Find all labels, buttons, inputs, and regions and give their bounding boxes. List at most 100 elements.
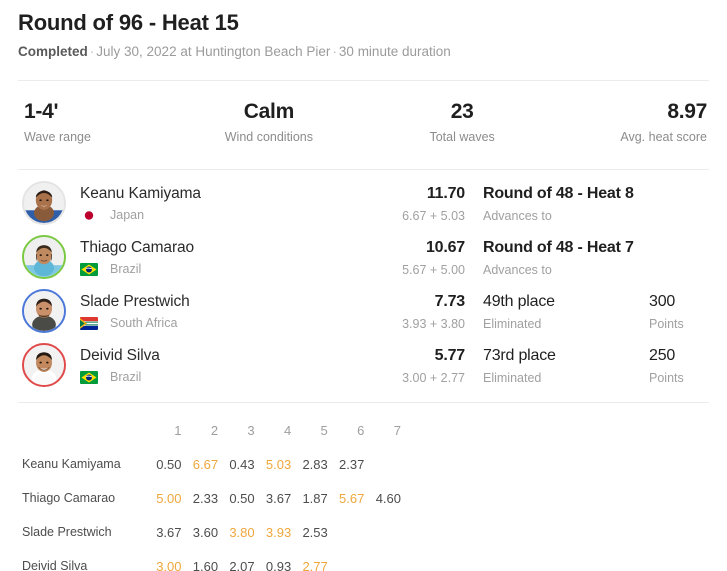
points-column <box>647 237 707 241</box>
wave-table-corner <box>22 413 146 447</box>
athlete-info: Thiago Camarao Brazil <box>80 237 280 277</box>
avatar <box>22 235 66 279</box>
meta-separator-1: · <box>89 44 95 59</box>
wave-score-cell <box>329 549 366 571</box>
result-destination: Round of 48 - Heat 7 <box>483 238 634 256</box>
wave-score-cell <box>365 515 402 549</box>
wave-score-cell: 0.50 <box>156 456 182 472</box>
wave-score-cell <box>329 515 366 549</box>
athlete-row[interactable]: Slade Prestwich South Africa 7.73 3.93 +… <box>18 284 709 338</box>
points-column <box>647 183 707 187</box>
athlete-info: Keanu Kamiyama Japan <box>80 183 280 223</box>
wave-score-cell: 0.50 <box>229 490 255 506</box>
wave-row-athlete-name: Keanu Kamiyama <box>22 456 121 471</box>
points-value: 300 <box>649 292 676 310</box>
wave-column-header: 2 <box>210 422 219 438</box>
wave-column-header: 6 <box>357 422 365 438</box>
result-column[interactable]: Round of 48 - Heat 8 Advances to <box>465 183 647 224</box>
table-row: Keanu Kamiyama 0.50 6.67 0.43 5.03 2.83 2.37 <box>22 447 402 481</box>
status-badge: Completed <box>18 44 88 59</box>
wave-score-cell: 3.67 <box>156 524 182 540</box>
page-title: Round of 96 - Heat 15 <box>18 10 239 35</box>
wave-row-athlete-name: Thiago Camarao <box>22 490 116 505</box>
wave-score-cell: 2.37 <box>339 456 365 472</box>
avatar <box>22 289 66 333</box>
athlete-country: South Africa <box>80 315 280 331</box>
athlete-name: Thiago Camarao <box>80 239 195 256</box>
stat-wind-conditions: Calm Wind conditions <box>187 99 350 145</box>
avatar <box>22 343 66 387</box>
athlete-row[interactable]: Thiago Camarao Brazil 10.67 5.67 + 5.00 … <box>18 230 709 284</box>
result-status: Advances to <box>483 262 552 277</box>
meta-separator-2: · <box>332 44 337 59</box>
result-status: Eliminated <box>483 370 542 385</box>
heat-duration: 30 minute duration <box>338 44 451 59</box>
wave-score-cell <box>365 549 402 571</box>
result-column: 49th place Eliminated <box>465 291 647 332</box>
athlete-row[interactable]: Deivid Silva Brazil 5.77 3.00 + 2.77 73r… <box>18 338 709 392</box>
result-column[interactable]: Round of 48 - Heat 7 Advances to <box>465 237 647 278</box>
points-label: Points <box>649 316 684 331</box>
wave-score-cell: 0.43 <box>229 456 255 472</box>
result-placement: 49th place <box>483 292 555 310</box>
athlete-country: Brazil <box>80 369 280 385</box>
wave-score-cell: 1.87 <box>302 490 328 506</box>
country-name: South Africa <box>110 316 178 330</box>
total-score-column: 10.67 5.67 + 5.00 <box>345 237 465 278</box>
table-header-row: 1 2 3 4 5 6 7 <box>22 413 402 447</box>
wave-column-header: 4 <box>283 422 292 438</box>
stat-label: Total waves <box>429 130 495 144</box>
score-breakdown: 3.00 + 2.77 <box>402 370 465 385</box>
wave-scores-table-wrap: 1 2 3 4 5 6 7 Keanu Kamiyama 0.50 6.67 0.43… <box>18 403 709 571</box>
wave-score-cell: 1.60 <box>192 558 219 571</box>
athlete-name: Slade Prestwich <box>80 293 190 310</box>
total-score: 11.70 <box>426 184 465 202</box>
wave-score-cell: 6.67 <box>192 456 219 472</box>
table-row: Slade Prestwich 3.67 3.60 3.80 3.93 2.53 <box>22 515 402 549</box>
total-score-column: 5.77 3.00 + 2.77 <box>345 345 465 386</box>
japan-flag-icon <box>80 208 98 222</box>
wave-score-cell: 2.83 <box>302 456 328 472</box>
total-score: 10.67 <box>425 238 465 256</box>
stat-value: 23 <box>450 100 474 123</box>
wave-score-cell: 4.60 <box>375 490 401 506</box>
heat-detail-page: Round of 96 - Heat 15 Completed · July 30,… <box>0 0 727 571</box>
athlete-results-list: Keanu Kamiyama Japan 11.70 6.67 + 5.03 R… <box>18 170 709 392</box>
stat-label: Avg. heat score <box>620 130 707 144</box>
total-score: 5.77 <box>434 346 466 364</box>
athlete-row[interactable]: Keanu Kamiyama Japan 11.70 6.67 + 5.03 R… <box>18 176 709 230</box>
result-status: Advances to <box>483 208 552 223</box>
avatar-photo <box>24 237 64 277</box>
athlete-scores: 7.73 3.93 + 3.80 49th place Eliminated 3… <box>345 291 709 332</box>
heat-meta: Completed · July 30, 2022 at Huntington Be… <box>18 43 709 61</box>
country-name: Brazil <box>110 370 142 384</box>
stat-label: Wind conditions <box>224 130 313 144</box>
country-name: Japan <box>110 208 145 222</box>
wave-score-cell: 5.67 <box>339 490 365 506</box>
score-breakdown: 6.67 + 5.03 <box>402 208 465 223</box>
south-africa-flag-icon <box>80 316 98 330</box>
brazil-flag-icon <box>80 262 98 276</box>
athlete-name: Deivid Silva <box>80 347 160 364</box>
heat-header: Round of 96 - Heat 15 Completed · July 30,… <box>18 0 709 61</box>
total-score: 7.73 <box>434 292 466 310</box>
wave-column-header: 5 <box>320 422 328 438</box>
points-label: Points <box>649 370 684 385</box>
stat-wave-range: 1-4' Wave range <box>18 99 187 145</box>
table-row: Deivid Silva 3.00 1.60 2.07 0.93 2.77 <box>22 549 402 571</box>
wave-score-cell: 3.60 <box>192 524 219 540</box>
total-score-column: 11.70 6.67 + 5.03 <box>345 183 465 224</box>
wave-score-cell: 0.93 <box>265 558 292 571</box>
score-breakdown: 5.67 + 5.00 <box>402 262 465 277</box>
wave-column-header: 1 <box>174 422 182 438</box>
avatar <box>22 181 66 225</box>
result-column: 73rd place Eliminated <box>465 345 647 386</box>
athlete-country: Brazil <box>80 261 280 277</box>
total-score-column: 7.73 3.93 + 3.80 <box>345 291 465 332</box>
stat-value: Calm <box>243 100 294 123</box>
heat-date-location: July 30, 2022 at Huntington Beach Pier <box>96 44 331 59</box>
wave-score-cell: 3.00 <box>156 558 182 571</box>
table-row: Thiago Camarao 5.00 2.33 0.50 3.67 1.87 5.67 4.… <box>22 481 402 515</box>
result-destination: Round of 48 - Heat 8 <box>483 184 634 202</box>
athlete-info: Deivid Silva Brazil <box>80 345 280 385</box>
